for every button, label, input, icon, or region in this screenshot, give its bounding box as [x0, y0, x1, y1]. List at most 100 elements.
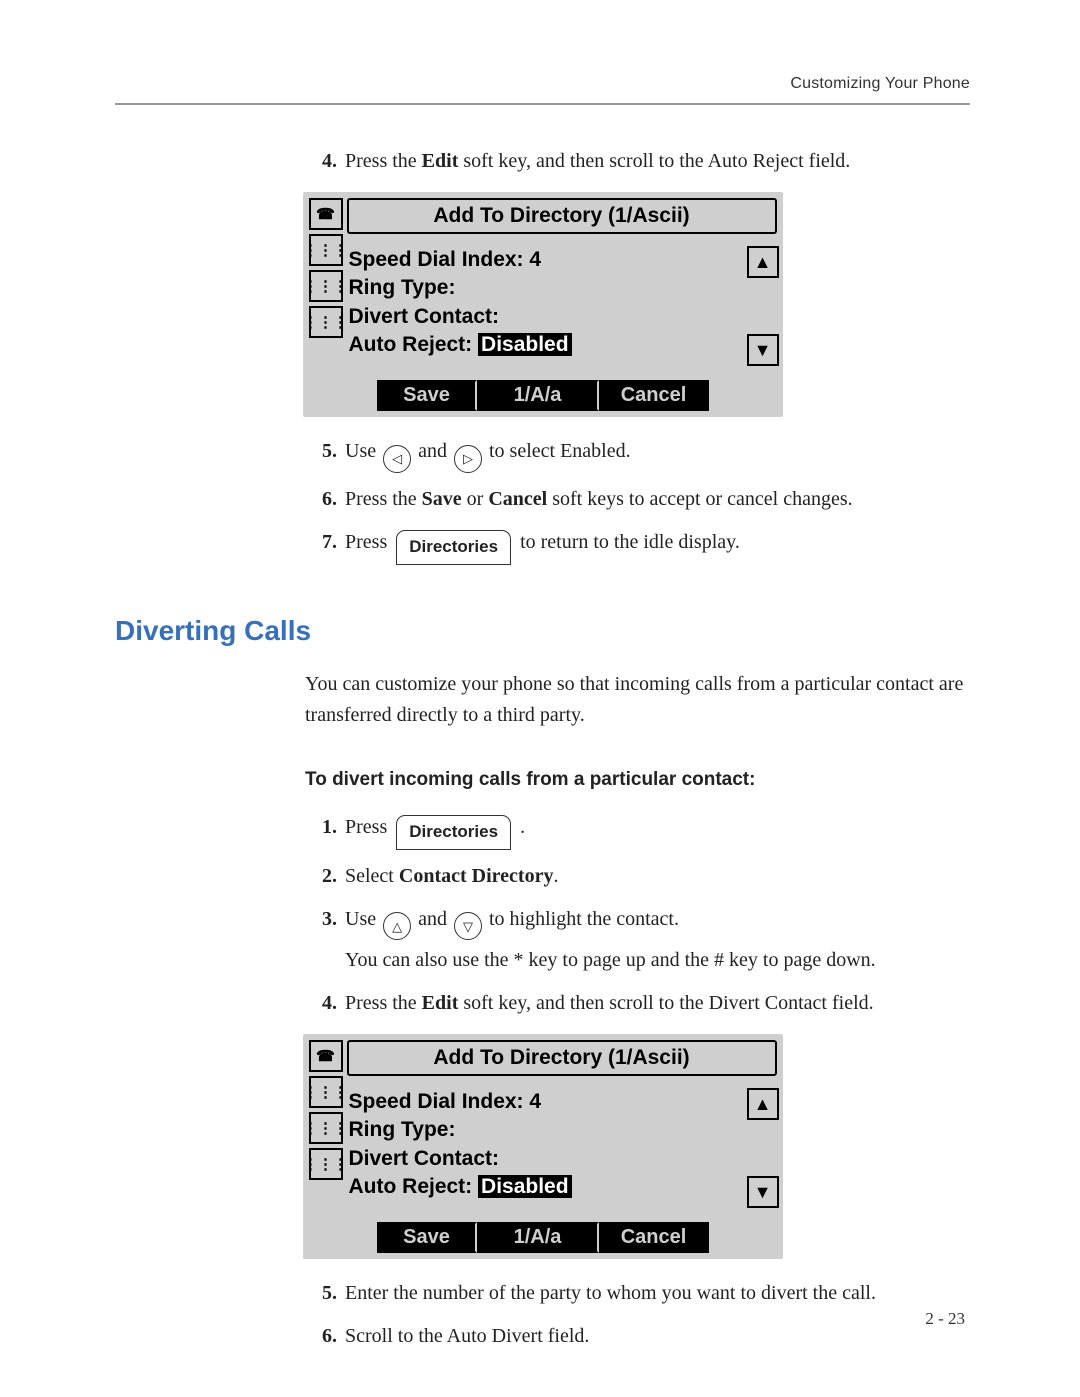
- step-body: Use △ and ▽ to highlight the contact. Yo…: [345, 903, 970, 978]
- scroll-down-icon: ▼: [747, 334, 779, 366]
- directories-hardkey: Directories: [396, 815, 511, 850]
- text: Press the: [345, 488, 422, 510]
- text: Press the: [345, 150, 422, 172]
- lcd-fields: Speed Dial Index: 4 Ring Type: Divert Co…: [347, 246, 743, 366]
- text: .: [553, 865, 558, 887]
- text: soft key, and then scroll to the Divert …: [458, 992, 873, 1014]
- text: to select Enabled.: [489, 440, 631, 462]
- directories-hardkey: Directories: [396, 530, 511, 565]
- text: Press: [345, 531, 392, 553]
- softkey-save: Save: [377, 380, 477, 411]
- header-rule: [115, 103, 970, 105]
- text: .: [520, 816, 525, 838]
- step-number: 1.: [305, 811, 345, 844]
- nav-down-icon: ▽: [454, 912, 482, 940]
- lcd-softkeys: Save 1/A/a Cancel: [309, 380, 777, 411]
- text: to highlight the contact.: [489, 908, 679, 930]
- text: Use: [345, 908, 381, 930]
- step-number: 4.: [305, 987, 345, 1020]
- step-body: Press the Edit soft key, and then scroll…: [345, 987, 970, 1020]
- scroll-up-icon: ▲: [747, 1088, 779, 1120]
- nav-left-icon: ◁: [383, 445, 411, 473]
- text: Press: [345, 816, 392, 838]
- field-label: Auto Reject:: [349, 1175, 473, 1198]
- steps-list-b: 1. Press Directories . 2. Select Contact…: [305, 811, 970, 1021]
- softkey-mode: 1/A/a: [477, 380, 599, 411]
- field-label: Speed Dial Index:: [349, 248, 524, 271]
- phone-screen: ☎ ⋮⋮⋮ ⋮⋮⋮ ⋮⋮⋮ Add To Directory (1/Ascii)…: [303, 1034, 783, 1259]
- step-body: Press the Save or Cancel soft keys to ac…: [345, 483, 970, 516]
- step-number: 2.: [305, 860, 345, 893]
- softkey-cancel: Cancel: [599, 380, 709, 411]
- field-label: Ring Type:: [349, 274, 743, 302]
- step-body: Use ◁ and ▷ to select Enabled.: [345, 435, 970, 473]
- step-number: 5.: [305, 435, 345, 468]
- lcd-title: Add To Directory (1/Ascii): [347, 198, 777, 234]
- softkey-cancel: Cancel: [599, 1222, 709, 1253]
- softkey-name: Edit: [422, 150, 459, 172]
- steps-list-a-cont: 5. Use ◁ and ▷ to select Enabled. 6. Pre…: [305, 435, 970, 565]
- text: soft keys to accept or cancel changes.: [547, 488, 852, 510]
- text: and: [418, 908, 452, 930]
- lcd-softkeys: Save 1/A/a Cancel: [309, 1222, 777, 1253]
- keypad-icon: ⋮⋮⋮: [309, 1076, 343, 1108]
- lcd-title: Add To Directory (1/Ascii): [347, 1040, 777, 1076]
- lcd-status-icons: ☎ ⋮⋮⋮ ⋮⋮⋮ ⋮⋮⋮: [309, 198, 347, 366]
- lcd-status-icons: ☎ ⋮⋮⋮ ⋮⋮⋮ ⋮⋮⋮: [309, 1040, 347, 1208]
- keypad-icon: ⋮⋮⋮: [309, 1112, 343, 1144]
- handset-icon: ☎: [309, 1040, 343, 1072]
- step-body: Press Directories .: [345, 811, 970, 850]
- step-number: 5.: [305, 1277, 345, 1310]
- menu-item-name: Contact Directory: [399, 865, 554, 887]
- text: or: [462, 488, 489, 510]
- running-header: Customizing Your Phone: [115, 75, 970, 93]
- section-intro: You can customize your phone so that inc…: [305, 669, 970, 731]
- step-body: Scroll to the Auto Divert field.: [345, 1320, 970, 1353]
- nav-up-icon: △: [383, 912, 411, 940]
- step-number: 3.: [305, 903, 345, 936]
- step-number: 4.: [305, 145, 345, 178]
- lcd-fields: Speed Dial Index: 4 Ring Type: Divert Co…: [347, 1088, 743, 1208]
- nav-right-icon: ▷: [454, 445, 482, 473]
- field-value-highlighted: Disabled: [478, 333, 572, 356]
- text: Use: [345, 440, 381, 462]
- keypad-icon: ⋮⋮⋮: [309, 1148, 343, 1180]
- text: and: [418, 440, 452, 462]
- softkey-name: Save: [422, 488, 462, 510]
- step-number: 7.: [305, 526, 345, 559]
- field-value: 4: [529, 1090, 541, 1113]
- field-label: Ring Type:: [349, 1116, 743, 1144]
- field-label: Divert Contact:: [349, 303, 743, 331]
- scroll-down-icon: ▼: [747, 1176, 779, 1208]
- field-value-highlighted: Disabled: [478, 1175, 572, 1198]
- step-body: Enter the number of the party to whom yo…: [345, 1277, 970, 1310]
- steps-list-b-cont: 5. Enter the number of the party to whom…: [305, 1277, 970, 1353]
- page-number: 2 - 23: [925, 1309, 965, 1329]
- text: soft key, and then scroll to the Auto Re…: [458, 150, 850, 172]
- steps-list-a: 4. Press the Edit soft key, and then scr…: [305, 145, 970, 178]
- step-body: Select Contact Directory.: [345, 860, 970, 893]
- softkey-mode: 1/A/a: [477, 1222, 599, 1253]
- keypad-icon: ⋮⋮⋮: [309, 306, 343, 338]
- text: Select: [345, 865, 399, 887]
- handset-icon: ☎: [309, 198, 343, 230]
- field-label: Divert Contact:: [349, 1145, 743, 1173]
- field-value: 4: [529, 248, 541, 271]
- text: Press the: [345, 992, 422, 1014]
- step-body: Press Directories to return to the idle …: [345, 526, 970, 565]
- keypad-icon: ⋮⋮⋮: [309, 234, 343, 266]
- scroll-up-icon: ▲: [747, 246, 779, 278]
- softkey-name: Edit: [422, 992, 459, 1014]
- step-note: You can also use the * key to page up an…: [345, 944, 970, 977]
- step-body: Press the Edit soft key, and then scroll…: [345, 145, 970, 178]
- keypad-icon: ⋮⋮⋮: [309, 270, 343, 302]
- step-number: 6.: [305, 1320, 345, 1353]
- field-label: Auto Reject:: [349, 333, 473, 356]
- phone-screen: ☎ ⋮⋮⋮ ⋮⋮⋮ ⋮⋮⋮ Add To Directory (1/Ascii)…: [303, 192, 783, 417]
- text: to return to the idle display.: [520, 531, 740, 553]
- procedure-heading: To divert incoming calls from a particul…: [305, 769, 970, 791]
- step-number: 6.: [305, 483, 345, 516]
- softkey-name: Cancel: [488, 488, 547, 510]
- section-heading: Diverting Calls: [115, 615, 970, 647]
- softkey-save: Save: [377, 1222, 477, 1253]
